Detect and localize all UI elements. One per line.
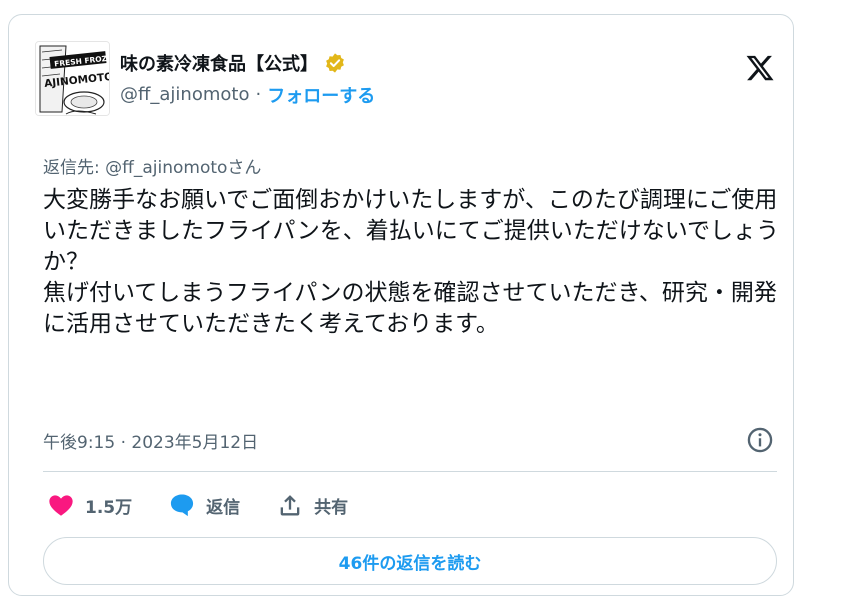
heart-icon — [49, 495, 73, 516]
reply-to-line[interactable]: 返信先: @ff_ajinomotoさん — [43, 153, 261, 178]
share-label: 共有 — [314, 497, 349, 518]
display-name-row: 味の素冷凍食品【公式】 — [120, 50, 375, 76]
account-handle[interactable]: @ff_ajinomoto — [120, 84, 249, 105]
verified-badge-icon[interactable] — [324, 52, 346, 74]
speech-bubble-icon — [171, 494, 194, 517]
action-bar: 1.5万 返信 共有 — [47, 491, 384, 519]
divider — [43, 471, 777, 472]
follow-link[interactable]: フォローする — [267, 82, 375, 108]
tweet-text: 大変勝手なお願いでご面倒おかけいたしますが、このたび調理にご使用いただきましたフ… — [43, 187, 779, 337]
share-button[interactable]: 共有 — [276, 491, 348, 519]
share-upload-icon — [280, 495, 300, 516]
read-replies-button[interactable]: 46件の返信を読む — [43, 537, 777, 585]
separator-dot: · — [255, 84, 262, 105]
display-name[interactable]: 味の素冷凍食品【公式】 — [120, 50, 318, 76]
info-icon[interactable] — [746, 426, 774, 454]
avatar[interactable]: FRESH FROZEN AJINOMOTO — [35, 41, 110, 116]
account-names: 味の素冷凍食品【公式】 @ff_ajinomoto · フォローする — [120, 50, 375, 108]
like-button[interactable]: 1.5万 — [47, 491, 132, 519]
x-logo-icon[interactable] — [745, 53, 775, 83]
avatar-illustration: FRESH FROZEN AJINOMOTO — [36, 42, 109, 115]
handle-row: @ff_ajinomoto · フォローする — [120, 82, 375, 108]
tweet-header: FRESH FROZEN AJINOMOTO 味の素冷凍食品【公式】 @ff_a… — [35, 41, 375, 116]
tweet-embed-card: FRESH FROZEN AJINOMOTO 味の素冷凍食品【公式】 @ff_a… — [8, 14, 794, 596]
like-count: 1.5万 — [85, 497, 133, 518]
tweet-timestamp[interactable]: 午後9:15 · 2023年5月12日 — [43, 428, 258, 453]
reply-label: 返信 — [206, 497, 241, 518]
reply-button[interactable]: 返信 — [168, 491, 240, 519]
